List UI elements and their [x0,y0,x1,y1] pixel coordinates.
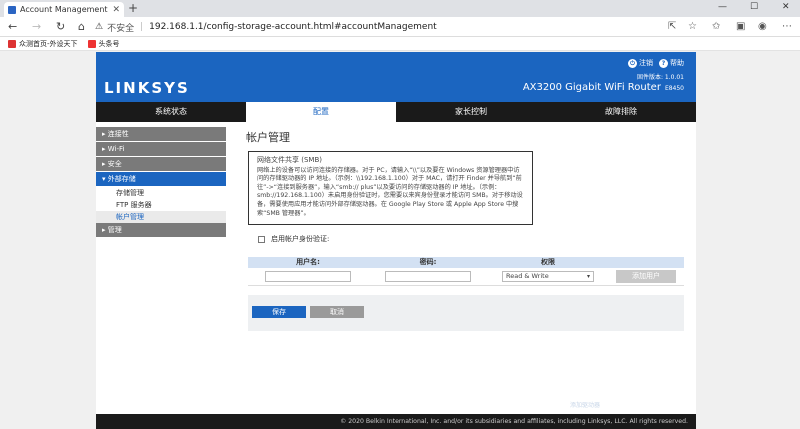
smb-description: 网络上的设备可以访问连接的存储器。对于 PC，请输入“\\”以及要在 Windo… [257,166,523,217]
col-username: 用户名: [296,258,320,266]
col-password: 密码: [419,258,437,266]
help-link[interactable]: ? 帮助 [659,58,684,68]
bookmark-label: 头条号 [98,39,120,48]
sidebar-item-connectivity[interactable]: ▸ 连接性 [96,127,226,141]
enable-auth-checkbox[interactable] [258,235,265,243]
linksys-logo: LINKSYS [104,79,190,97]
profile-icon[interactable]: ◉ [758,21,767,33]
enable-auth-label: 启用帐户身份验证: [271,235,330,243]
smb-info-box: 网络文件共享 (SMB) 网络上的设备可以访问连接的存储器。对于 PC，请输入“… [248,151,533,225]
model-name: AX3200 Gigabit WiFi Router E8450 [523,82,684,93]
more-menu-icon[interactable]: ⋯ [782,21,792,33]
tab-config[interactable]: 配置 [246,102,396,122]
page-header: LINKSYS ⏻ 注销 ? 帮助 固件版本: 1.0.01 AX3200 Giga… [96,52,696,102]
sidebar: ▸ 连接性 ▸ Wi-Fi ▸ 安全 ▾ 外部存储 存储管理 FTP 服务器 帐… [96,127,226,238]
bookmark-item[interactable]: 众测首页-外设天下 [8,39,78,49]
address-bar: ← → ↻ ⌂ ⚠ 不安全 | 192.168.1.1/config-stora… [0,17,800,37]
minimize-icon[interactable]: — [718,2,727,12]
url-field[interactable]: ⚠ 不安全 | 192.168.1.1/config-storage-accou… [95,19,655,35]
browser-tab[interactable]: Account Management ✕ [4,2,124,17]
browser-tabstrip: Account Management ✕ + — ☐ ✕ [0,0,800,17]
bookmarks-bar: 众测首页-外设天下 头条号 [0,37,800,51]
save-button[interactable]: 保存 [252,306,306,318]
insecure-label: 不安全 [107,23,135,34]
sidebar-item-administration[interactable]: ▸ 管理 [96,223,226,237]
sidebar-item-wifi[interactable]: ▸ Wi-Fi [96,142,226,156]
url-separator: | [140,22,144,32]
favorites-icon[interactable]: ✩ [712,21,720,33]
bookmark-favicon-icon [8,39,16,48]
window-close-icon[interactable]: ✕ [782,2,790,12]
read-aloud-icon[interactable]: ⇱ [668,21,676,33]
model-label: AX3200 Gigabit WiFi Router [522,82,661,93]
logout-icon: ⏻ [628,59,637,68]
username-input[interactable] [265,271,351,282]
add-user-button[interactable]: 添加用户 [616,270,676,283]
reload-icon[interactable]: ↻ [56,20,65,33]
maximize-icon[interactable]: ☐ [750,2,758,12]
model-number: E8450 [664,85,684,92]
tab-status[interactable]: 系统状态 [96,102,246,122]
home-icon[interactable]: ⌂ [78,20,85,33]
url-text: 192.168.1.1/config-storage-account.html#… [149,22,437,32]
smb-heading: 网络文件共享 (SMB) [257,156,322,164]
sidebar-subitem-account-management[interactable]: 帐户管理 [96,211,226,223]
add-drive-ghost-text: 添加驱动器 [570,402,601,409]
bookmark-item[interactable]: 头条号 [87,39,120,49]
sidebar-subitem-ftp-server[interactable]: FTP 服务器 [96,199,226,211]
table-row: Read & Write ▾ 添加用户 [248,268,684,286]
page-footer: © 2020 Belkin International, Inc. and/or… [96,414,696,429]
auth-row: 启用帐户身份验证: [258,234,329,244]
cancel-button[interactable]: 取消 [310,306,364,318]
favorite-star-icon[interactable]: ☆ [688,21,697,33]
password-input[interactable] [385,271,471,282]
linksys-favicon-icon [8,5,16,14]
tab-parental-control[interactable]: 家长控制 [396,102,546,122]
close-tab-icon[interactable]: ✕ [112,5,120,15]
permission-select[interactable]: Read & Write ▾ [502,271,594,282]
new-tab-icon[interactable]: + [128,2,138,15]
forward-icon[interactable]: → [32,20,41,33]
collections-icon[interactable]: ▣ [736,21,745,33]
back-icon[interactable]: ← [8,20,17,33]
account-table: 用户名: 密码: 权限 Read & Write ▾ 添加用户 [248,257,684,286]
sidebar-subitem-storage-management[interactable]: 存储管理 [96,187,226,199]
help-icon: ? [659,59,668,68]
table-header: 用户名: 密码: 权限 [248,257,684,268]
bookmark-favicon-icon [87,39,96,48]
bookmark-label: 众测首页-外设天下 [19,39,78,48]
router-page: LINKSYS ⏻ 注销 ? 帮助 固件版本: 1.0.01 AX3200 Giga… [96,52,696,429]
action-bar: 保存 取消 [248,295,684,331]
logout-link[interactable]: ⏻ 注销 [628,58,653,68]
main-nav: 系统状态 配置 家长控制 故障排除 [96,102,696,122]
warning-icon: ⚠ [95,22,104,32]
chevron-down-icon: ▾ [586,273,590,280]
permission-value: Read & Write [506,272,549,280]
col-permission: 权限 [541,258,555,266]
sidebar-item-external-storage[interactable]: ▾ 外部存储 [96,172,226,186]
header-links: ⏻ 注销 ? 帮助 [628,58,684,68]
firmware-version: 固件版本: 1.0.01 [636,74,684,81]
main-content: 帐户管理 网络文件共享 (SMB) 网络上的设备可以访问连接的存储器。对于 PC… [246,127,686,331]
browser-tab-title: Account Management [20,5,108,14]
tab-troubleshooting[interactable]: 故障排除 [546,102,696,122]
page-title: 帐户管理 [246,131,290,144]
sidebar-item-security[interactable]: ▸ 安全 [96,157,226,171]
